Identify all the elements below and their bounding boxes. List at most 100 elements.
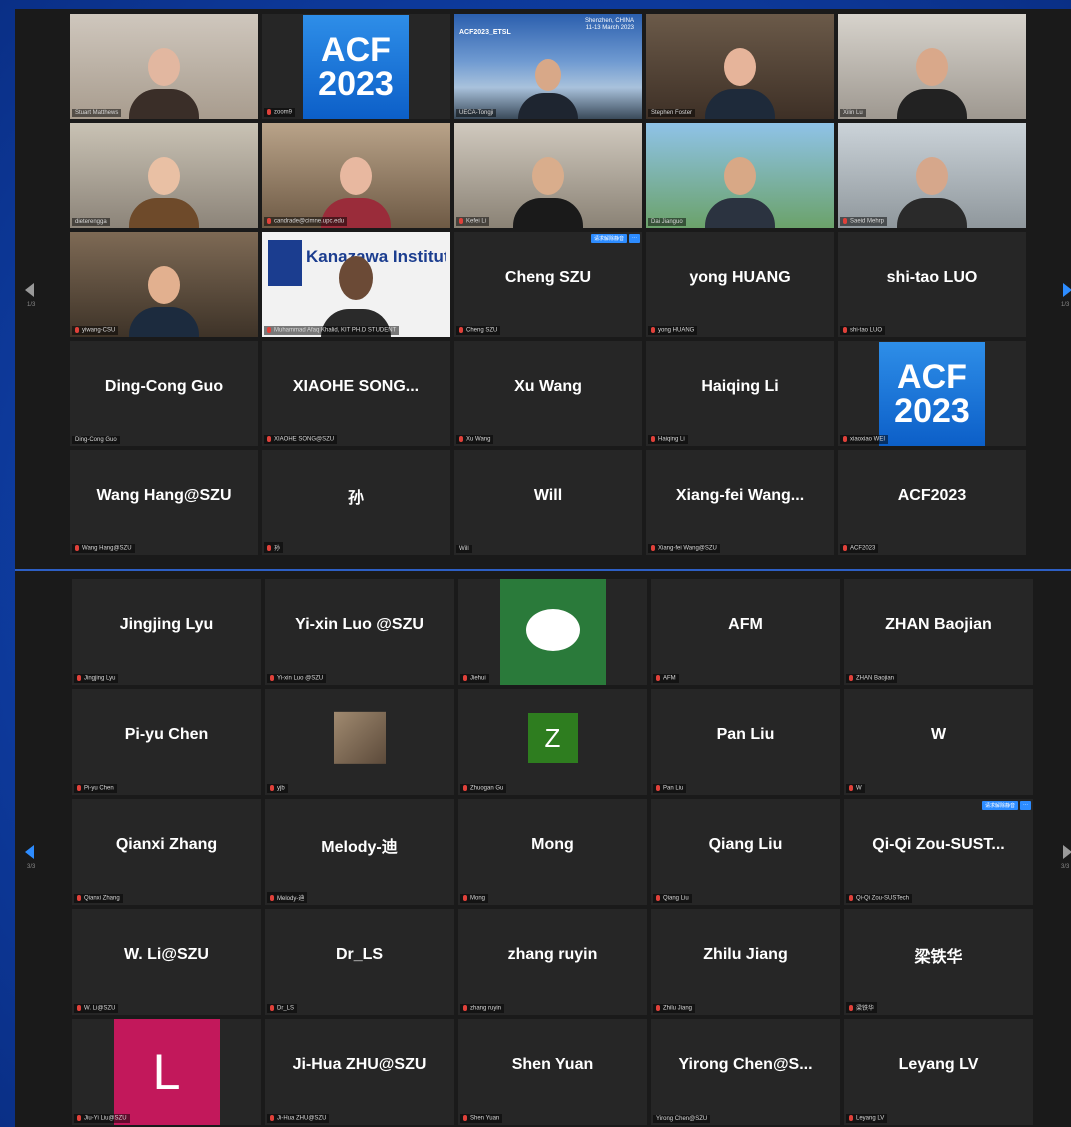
participant-tile[interactable]: Kanazawa Institute of Technology Muhammad… (262, 232, 450, 337)
participant-label-text: Cheng SZU (466, 328, 498, 334)
participant-label-text: Pan Liu (663, 786, 684, 792)
unmute-request-badge[interactable]: 请求解除静音 ··· (981, 801, 1031, 810)
participant-tile[interactable]: Jingjing Lyu Jingjing Lyu (72, 579, 261, 685)
participant-label-text: Pi-yu Chen (84, 786, 114, 792)
participant-tile[interactable]: ACF 2023 zoom9 (262, 14, 450, 119)
mic-muted-icon (77, 785, 81, 792)
participant-label: Xilin Lu (840, 109, 866, 117)
participant-tile[interactable]: Qi-Qi Zou-SUST... 请求解除静音 ··· Qi-Qi Zou-SUST… (844, 799, 1033, 905)
participant-label: Qiang Liu (653, 894, 692, 903)
mic-muted-icon (270, 785, 274, 792)
participant-tile[interactable]: 梁铁华 梁铁华 (844, 909, 1033, 1015)
unmute-request-label[interactable]: 请求解除静音 (590, 234, 627, 243)
participant-label: Jiu-Yi Liu@SZU (74, 1114, 130, 1123)
participant-name: XIAOHE SONG... (292, 377, 420, 395)
participant-tile[interactable]: 孙孙 (262, 450, 450, 555)
participant-tile[interactable]: Cheng SZU 请求解除静音 ··· Cheng SZU (454, 232, 642, 337)
participant-tile[interactable]: Saeid Mehrp (838, 123, 1026, 228)
participant-tile[interactable]: ACF 2023 xiaoxiao WEI (838, 341, 1026, 446)
unmute-request-badge[interactable]: 请求解除静音 ··· (590, 234, 640, 243)
participant-tile[interactable]: Z Zhuogan Gu (458, 689, 647, 795)
participant-label-text: candrade@cimne.upc.edu (274, 219, 345, 225)
participant-tile[interactable]: yjb (265, 689, 454, 795)
participant-label: 梁铁华 (846, 1002, 878, 1013)
participant-tile[interactable]: Melody-迪 Melody-迪 (265, 799, 454, 905)
participant-tile[interactable]: Will Will (454, 450, 642, 555)
participant-tile[interactable]: Haiqing Li Haiqing Li (646, 341, 834, 446)
participant-label: Jingjing Lyu (74, 674, 119, 683)
daruma-avatar-image (499, 579, 606, 685)
letter-avatar: L (113, 1019, 220, 1125)
mic-muted-icon (656, 675, 660, 682)
participant-tile[interactable]: Yirong Chen@S... Yirong Chen@SZU (651, 1019, 840, 1125)
participant-tile[interactable]: W. Li@SZU W. Li@SZU (72, 909, 261, 1015)
more-options-icon[interactable]: ··· (629, 234, 640, 243)
participant-name: ACF2023 (897, 486, 967, 504)
more-options-icon[interactable]: ··· (1020, 801, 1031, 810)
participant-label-text: Haiqing Li (658, 437, 685, 443)
participant-tile[interactable]: XIAOHE SONG... XIAOHE SONG@SZU (262, 341, 450, 446)
next-page-arrow-icon[interactable] (1063, 283, 1071, 297)
unmute-request-label[interactable]: 请求解除静音 (981, 801, 1018, 810)
participant-label: Xiang-fei Wang@SZU (648, 544, 720, 553)
participant-tile[interactable]: Mong Mong (458, 799, 647, 905)
participant-tile[interactable]: AFM AFM (651, 579, 840, 685)
participant-tile[interactable]: Ji-Hua ZHU@SZU Ji-Hua ZHU@SZU (265, 1019, 454, 1125)
participant-label-text: yiwang-CSU (82, 328, 116, 334)
participant-name: Melody-迪 (321, 839, 398, 856)
participant-tile[interactable]: Leyang LV Leyang LV (844, 1019, 1033, 1125)
participant-tile[interactable]: Xiang-fei Wang... Xiang-fei Wang@SZU (646, 450, 834, 555)
participant-tile[interactable]: ACF2023 ACF2023 (838, 450, 1026, 555)
participant-tile[interactable]: Shen Yuan Shen Yuan (458, 1019, 647, 1125)
participant-label-text: Kefei Li (466, 219, 487, 225)
webcam-video (70, 14, 258, 119)
participant-label-text: yong HUANG (658, 328, 695, 334)
participant-tile[interactable]: zhang ruyin zhang ruyin (458, 909, 647, 1015)
participant-tile[interactable]: Dr_LS Dr_LS (265, 909, 454, 1015)
mic-muted-icon (463, 675, 467, 682)
participant-tile[interactable]: L Jiu-Yi Liu@SZU (72, 1019, 261, 1125)
page-indicator-right: 3/3 (1061, 864, 1070, 870)
mic-muted-icon (656, 895, 660, 902)
participant-name: ZHAN Baojian (885, 616, 992, 633)
participant-tile[interactable]: Dai Jianguo (646, 123, 834, 228)
participant-label-text: Wang Hang@SZU (82, 546, 132, 552)
participant-tile[interactable]: ZHAN Baojian ZHAN Baojian (844, 579, 1033, 685)
participant-tile[interactable]: WW (844, 689, 1033, 795)
participant-label: Leyang LV (846, 1114, 888, 1123)
participant-tile[interactable]: Jiehui (458, 579, 647, 685)
participant-label: Jiehui (460, 674, 489, 683)
participant-tile[interactable]: dieterengga (70, 123, 258, 228)
participant-tile[interactable]: Stuart Matthews (70, 14, 258, 119)
participant-label: Muhammad Afaq Khalid, KIT PH.D STUDENT (264, 326, 400, 335)
participant-tile[interactable]: yong HUANG yong HUANG (646, 232, 834, 337)
previous-page-arrow-icon[interactable] (25, 283, 34, 297)
kit-logo (268, 240, 302, 286)
participant-tile[interactable]: Xilin Lu (838, 14, 1026, 119)
participant-tile[interactable]: Yi-xin Luo @SZU Yi-xin Luo @SZU (265, 579, 454, 685)
participant-tile[interactable]: Qiang Liu Qiang Liu (651, 799, 840, 905)
participant-tile[interactable]: Qianxi Zhang Qianxi Zhang (72, 799, 261, 905)
mic-muted-icon (267, 327, 271, 334)
participant-tile[interactable]: Kefei Li (454, 123, 642, 228)
participant-label: Wang Hang@SZU (72, 544, 135, 553)
participant-tile[interactable]: shi-tao LUO shi-tao LUO (838, 232, 1026, 337)
previous-page-arrow-icon[interactable] (25, 845, 34, 859)
participant-tile[interactable]: ACF2023_ETSL Shenzhen, CHINA 11-13 March 2… (454, 14, 642, 119)
participant-tile[interactable]: Zhilu Jiang Zhilu Jiang (651, 909, 840, 1015)
participant-tile[interactable]: Xu Wang Xu Wang (454, 341, 642, 446)
acf-logo-line2: 2023 (894, 391, 970, 430)
participant-tile[interactable]: Wang Hang@SZU Wang Hang@SZU (70, 450, 258, 555)
participant-tile[interactable]: yiwang-CSU (70, 232, 258, 337)
participant-tile[interactable]: Ding-Cong Guo Ding-Cong Guo (70, 341, 258, 446)
webcam-video (70, 232, 258, 337)
participant-name: Mong (531, 836, 574, 853)
participant-tile[interactable]: Pi-yu Chen Pi-yu Chen (72, 689, 261, 795)
webcam-video (646, 14, 834, 119)
next-page-arrow-icon[interactable] (1063, 845, 1071, 859)
participant-tile[interactable]: Stephen Foster (646, 14, 834, 119)
participant-label-text: AFM (663, 676, 676, 682)
participant-tile[interactable]: candrade@cimne.upc.edu (262, 123, 450, 228)
participant-label-text: Saeid Mehrp (850, 219, 885, 225)
participant-tile[interactable]: Pan Liu Pan Liu (651, 689, 840, 795)
